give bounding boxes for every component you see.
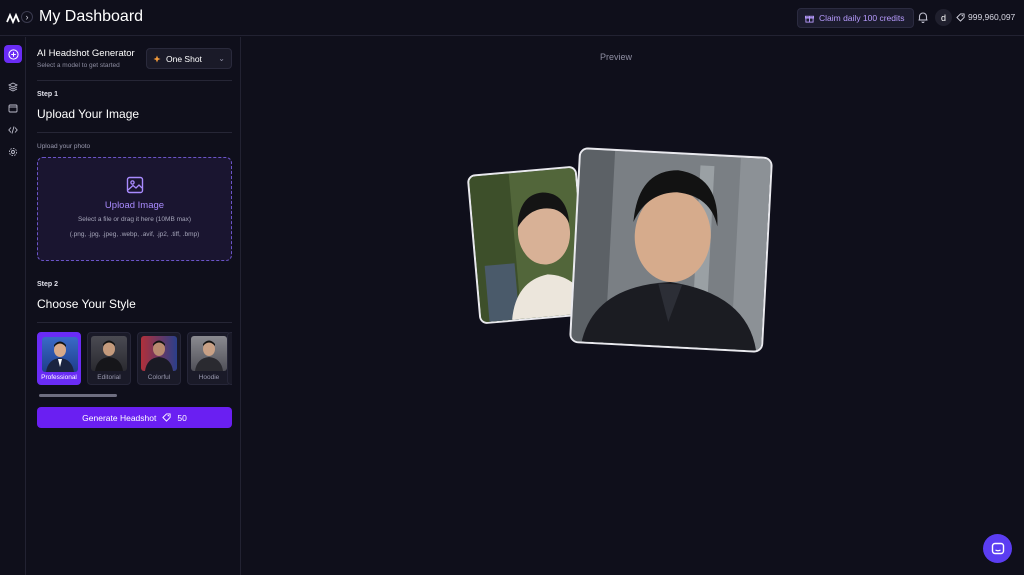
tag-icon	[956, 12, 965, 22]
upload-file-types: (.png, .jpg, .jpeg, .webp, .avif, .jp2, …	[69, 231, 200, 238]
nav-layers-button[interactable]	[5, 79, 21, 95]
divider	[37, 132, 232, 133]
portrait-illustration	[95, 340, 123, 371]
portrait-illustration	[570, 149, 773, 353]
wallet-icon	[8, 104, 18, 113]
nav-settings-button[interactable]	[5, 144, 21, 160]
style-thumbnail	[191, 336, 227, 371]
tag-icon	[162, 413, 171, 422]
app-logo[interactable]	[6, 11, 20, 25]
style-thumbnail	[91, 336, 127, 371]
nav-api-button[interactable]	[5, 122, 21, 138]
style-carousel[interactable]: Professional Editorial Colorful Hoodie	[37, 332, 232, 386]
layers-icon	[8, 82, 18, 92]
left-nav-rail	[0, 37, 26, 575]
style-card-colorful[interactable]: Colorful	[137, 332, 181, 385]
chat-icon	[991, 542, 1004, 554]
step-1-title: Upload Your Image	[37, 107, 140, 121]
style-label: Colorful	[147, 374, 171, 381]
style-carousel-scrollbar[interactable]	[39, 394, 117, 397]
user-avatar[interactable]: d	[935, 9, 952, 26]
claim-credits-button[interactable]: Claim daily 100 credits	[797, 8, 914, 28]
claim-credits-label: Claim daily 100 credits	[819, 13, 905, 23]
style-card-more[interactable]	[227, 332, 232, 385]
generator-panel: AI Headshot Generator Select a model to …	[27, 37, 241, 575]
step-1-label: Step 1	[37, 91, 59, 98]
preview-label: Preview	[600, 52, 633, 62]
gear-icon	[8, 147, 18, 157]
upload-field-label: Upload your photo	[37, 143, 91, 150]
code-icon	[8, 126, 18, 134]
generate-label: Generate Headshot	[82, 412, 157, 423]
model-select-value: One Shot	[166, 53, 202, 64]
style-label: Editorial	[97, 374, 121, 381]
portrait-illustration	[195, 340, 223, 371]
step-2-label: Step 2	[37, 281, 59, 288]
credits-balance: 999,960,097	[956, 12, 1015, 22]
expand-sidebar-button[interactable]: ›	[21, 11, 33, 23]
gift-icon	[805, 15, 814, 23]
divider	[37, 322, 232, 323]
style-label: Professional	[41, 374, 77, 381]
image-icon	[126, 176, 144, 194]
support-chat-button[interactable]	[983, 534, 1012, 563]
step-2-title: Choose Your Style	[37, 297, 136, 311]
sparkle-icon	[153, 55, 161, 62]
nav-create-button[interactable]	[4, 45, 22, 63]
divider	[37, 80, 232, 81]
model-subtitle: Select a model to get started	[37, 62, 120, 69]
preview-result-photo	[569, 147, 773, 353]
generate-cost: 50	[177, 412, 187, 423]
style-card-professional[interactable]: Professional	[37, 332, 81, 385]
plus-circle-icon	[7, 48, 19, 60]
style-card-editorial[interactable]: Editorial	[87, 332, 131, 385]
nav-wallet-button[interactable]	[5, 100, 21, 116]
generate-headshot-button[interactable]: Generate Headshot 50	[37, 407, 232, 428]
chevron-down-icon: ⌄	[218, 54, 225, 63]
portrait-illustration	[46, 341, 74, 372]
style-card-hoodie[interactable]: Hoodie	[187, 332, 231, 385]
portrait-illustration	[145, 340, 173, 371]
upload-hint: Select a file or drag it here (10MB max)	[77, 216, 192, 223]
style-thumbnail	[141, 336, 177, 371]
bell-icon[interactable]	[916, 10, 930, 24]
credits-value: 999,960,097	[968, 12, 1016, 22]
chevron-right-icon: ›	[25, 12, 29, 22]
model-select[interactable]: One Shot ⌄	[146, 48, 232, 69]
style-thumbnail	[42, 337, 78, 372]
style-label: Hoodie	[198, 374, 220, 381]
model-title: AI Headshot Generator	[37, 48, 135, 59]
top-bar: › My Dashboard Claim daily 100 credits d…	[0, 0, 1024, 36]
page-title: My Dashboard	[39, 8, 144, 25]
upload-dropzone[interactable]: Upload Image Select a file or drag it he…	[37, 157, 232, 261]
upload-title: Upload Image	[104, 200, 165, 211]
